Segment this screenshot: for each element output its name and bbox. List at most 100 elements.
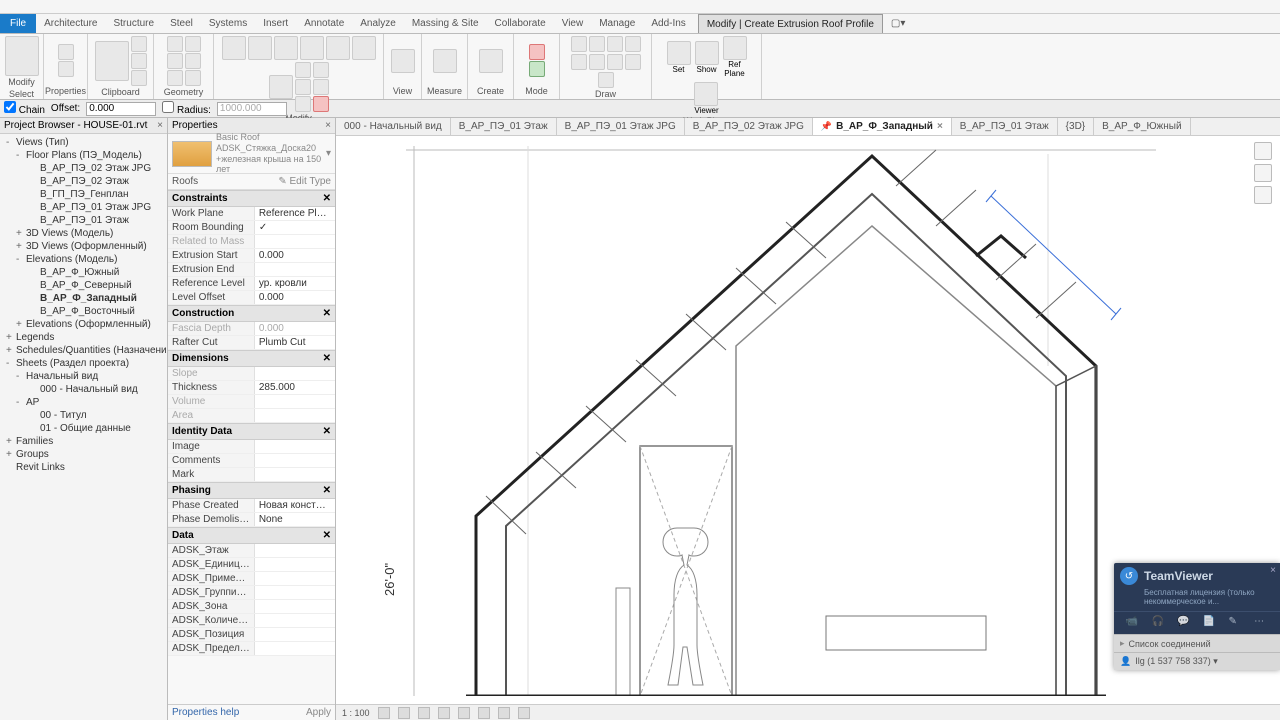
tree-node[interactable]: +Families: [2, 435, 165, 448]
property-row[interactable]: ADSK_Группиров...: [168, 586, 335, 600]
apply-button[interactable]: Apply: [306, 707, 331, 718]
props-icon[interactable]: [58, 44, 74, 60]
document-tab[interactable]: 000 - Начальный вид: [336, 118, 451, 135]
tab-annotate[interactable]: Annotate: [296, 14, 352, 33]
poly-icon[interactable]: [607, 36, 623, 52]
tree-node[interactable]: 01 - Общие данные: [2, 422, 165, 435]
tv-file-icon[interactable]: 📄: [1203, 616, 1217, 630]
line-icon[interactable]: [571, 36, 587, 52]
tv-board-icon[interactable]: ✎: [1228, 616, 1242, 630]
cope-icon[interactable]: [167, 36, 183, 52]
tab-panel-toggle[interactable]: ▢▾: [883, 14, 913, 33]
split-icon[interactable]: [295, 62, 311, 78]
tree-node[interactable]: +Elevations (Оформленный): [2, 318, 165, 331]
tab-architecture[interactable]: Architecture: [36, 14, 105, 33]
trim-icon[interactable]: [269, 75, 293, 99]
property-row[interactable]: ADSK_Примечание: [168, 572, 335, 586]
visual-style-icon[interactable]: [398, 707, 410, 719]
chain-checkbox[interactable]: Chain: [4, 101, 45, 116]
modify-tool-icon[interactable]: [5, 36, 39, 76]
crop-show-icon[interactable]: [478, 707, 490, 719]
property-row[interactable]: Extrusion Start0.000: [168, 249, 335, 263]
tree-node[interactable]: В_АР_ПЭ_02 Этаж JPG: [2, 162, 165, 175]
properties-grid[interactable]: Constraints✕Work PlaneReference Plane : …: [168, 190, 335, 704]
spline-icon[interactable]: [607, 54, 623, 70]
property-row[interactable]: Volume: [168, 395, 335, 409]
show-plane-icon[interactable]: [695, 41, 719, 65]
property-row[interactable]: Reference Levelур. кровли: [168, 277, 335, 291]
close-icon[interactable]: ×: [937, 121, 943, 132]
crop-icon[interactable]: [458, 707, 470, 719]
property-row[interactable]: Extrusion End: [168, 263, 335, 277]
tree-node[interactable]: В_АР_ПЭ_01 Этаж JPG: [2, 201, 165, 214]
property-row[interactable]: ADSK_Единица из...: [168, 558, 335, 572]
scale-selector[interactable]: 1 : 100: [342, 708, 370, 718]
property-row[interactable]: ADSK_Предел огн...: [168, 642, 335, 656]
create-icon[interactable]: [479, 49, 503, 73]
close-icon[interactable]: ×: [157, 120, 163, 131]
scale-icon[interactable]: [295, 96, 311, 112]
property-row[interactable]: Room Bounding✓: [168, 221, 335, 235]
tv-cam-icon[interactable]: 📹: [1126, 616, 1140, 630]
geom-a-icon[interactable]: [185, 36, 201, 52]
tab-analyze[interactable]: Analyze: [352, 14, 404, 33]
pin-icon[interactable]: [313, 62, 329, 78]
property-group-header[interactable]: Dimensions✕: [168, 350, 335, 367]
tv-more-icon[interactable]: ⋯: [1254, 616, 1268, 630]
property-row[interactable]: Thickness285.000: [168, 381, 335, 395]
property-row[interactable]: Phase DemolishedNone: [168, 513, 335, 527]
document-tab[interactable]: В_АР_ПЭ_02 Этаж JPG: [685, 118, 813, 135]
tree-node[interactable]: Revit Links: [2, 461, 165, 474]
temp-hide-icon[interactable]: [498, 707, 510, 719]
tree-node[interactable]: +Groups: [2, 448, 165, 461]
array-icon[interactable]: [295, 79, 311, 95]
ellipse-icon[interactable]: [625, 54, 641, 70]
property-row[interactable]: Mark: [168, 468, 335, 482]
property-row[interactable]: Fascia Depth0.000: [168, 322, 335, 336]
property-row[interactable]: Related to Mass: [168, 235, 335, 249]
tree-node[interactable]: -Начальный вид: [2, 370, 165, 383]
type-props-icon[interactable]: [58, 61, 74, 77]
tree-node[interactable]: В_АР_Ф_Восточный: [2, 305, 165, 318]
cancel-mode-icon[interactable]: [529, 44, 545, 60]
navigation-bar[interactable]: [1254, 142, 1274, 222]
tab-structure[interactable]: Structure: [105, 14, 162, 33]
property-row[interactable]: Work PlaneReference Plane : К...: [168, 207, 335, 221]
property-group-header[interactable]: Construction✕: [168, 305, 335, 322]
finish-mode-icon[interactable]: [529, 61, 545, 77]
radius-checkbox[interactable]: Radius:: [162, 101, 211, 116]
property-group-header[interactable]: Data✕: [168, 527, 335, 544]
document-tab[interactable]: В_АР_ПЭ_01 Этаж JPG: [557, 118, 685, 135]
tab-view[interactable]: View: [554, 14, 592, 33]
geom-b-icon[interactable]: [185, 53, 201, 69]
mirror-icon[interactable]: [274, 36, 298, 60]
tv-audio-icon[interactable]: 🎧: [1151, 616, 1165, 630]
document-tab[interactable]: 📌В_АР_Ф_Западный ×: [813, 118, 952, 135]
tree-node[interactable]: -Sheets (Раздел проекта): [2, 357, 165, 370]
geom-c-icon[interactable]: [185, 70, 201, 86]
ref-plane-icon[interactable]: [723, 36, 747, 60]
view-icon[interactable]: [391, 49, 415, 73]
teamviewer-status[interactable]: Список соединений: [1129, 639, 1211, 649]
cut-icon[interactable]: [131, 36, 147, 52]
arc-icon[interactable]: [571, 54, 587, 70]
close-icon[interactable]: ×: [1270, 565, 1276, 576]
teamviewer-user[interactable]: Ilg (1 537 758 337) ▾: [1135, 656, 1218, 667]
teamviewer-toolbar[interactable]: 📹 🎧 💬 📄 ✎ ⋯: [1114, 611, 1280, 634]
reveal-icon[interactable]: [518, 707, 530, 719]
cutgeom-icon[interactable]: [167, 53, 183, 69]
shadows-icon[interactable]: [438, 707, 450, 719]
tree-node[interactable]: 00 - Титул: [2, 409, 165, 422]
tree-node[interactable]: +Legends: [2, 331, 165, 344]
document-tab[interactable]: В_АР_ПЭ_01 Этаж: [451, 118, 557, 135]
tree-node[interactable]: -Elevations (Модель): [2, 253, 165, 266]
tree-node[interactable]: -АР: [2, 396, 165, 409]
property-row[interactable]: Comments: [168, 454, 335, 468]
drawing-canvas[interactable]: 2861.330 26'-0" × ↺ TeamViewer Бесплатна…: [336, 136, 1280, 704]
document-tab[interactable]: В_АР_ПЭ_01 Этаж: [952, 118, 1058, 135]
rotate-icon[interactable]: [352, 36, 376, 60]
pan-icon[interactable]: [1254, 186, 1272, 204]
property-row[interactable]: Image: [168, 440, 335, 454]
document-tab[interactable]: {3D}: [1058, 118, 1094, 135]
move-icon[interactable]: [300, 36, 324, 60]
